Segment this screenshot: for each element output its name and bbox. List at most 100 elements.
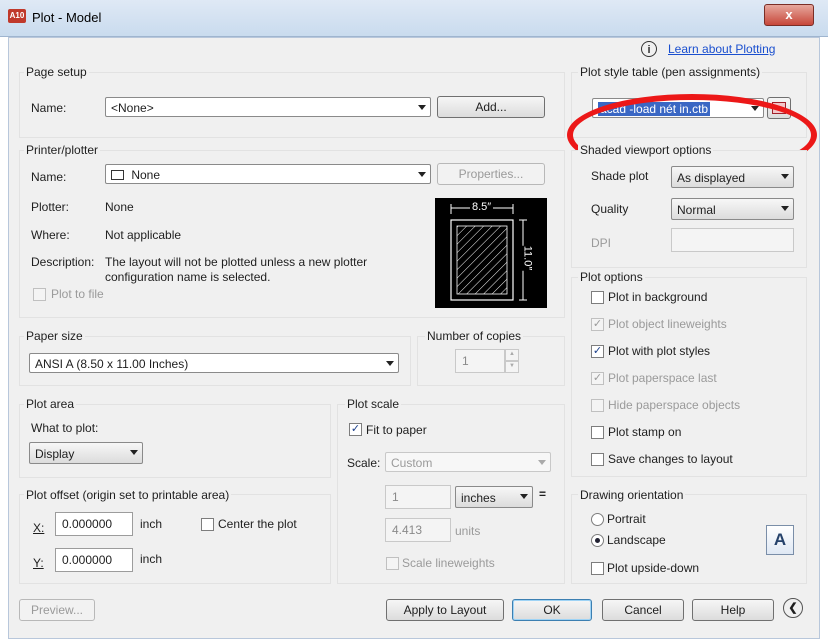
offset-y-label: Y:	[33, 556, 44, 570]
description-line-2: configuration name is selected.	[105, 270, 271, 284]
offset-y-input[interactable]: 0.000000	[55, 548, 133, 572]
plot-option-label: Plot stamp on	[608, 425, 682, 439]
collapse-options-icon[interactable]: ❮	[783, 598, 803, 618]
plot-option-checkbox[interactable]: ✓	[591, 372, 604, 385]
drawing-orientation-label: Drawing orientation	[578, 488, 686, 502]
edit-plot-style-button[interactable]	[767, 97, 791, 119]
plot-style-table-value: acad -load nét in.ctb	[598, 102, 711, 116]
paper-preview: 8.5″ 11.0″	[435, 198, 547, 308]
autocad-app-icon: A10	[8, 9, 26, 23]
orientation-preview-icon: A	[766, 525, 794, 555]
chevron-down-icon	[418, 105, 426, 110]
plotter-value: None	[105, 200, 134, 214]
plot-upside-down-checkbox[interactable]	[591, 562, 604, 575]
plot-area-label: Plot area	[24, 397, 77, 411]
quality-dropdown[interactable]: Normal	[671, 198, 794, 220]
preview-button[interactable]: Preview...	[19, 599, 95, 621]
plot-option-label: Save changes to layout	[608, 452, 733, 466]
scale-numerator-input[interactable]: 1	[385, 485, 451, 509]
learn-about-plotting-link[interactable]: Learn about Plotting	[668, 42, 775, 56]
plot-to-file-checkbox[interactable]	[33, 288, 46, 301]
offset-x-unit: inch	[140, 517, 163, 531]
equals-sign: =	[539, 487, 547, 501]
plot-scale-label: Plot scale	[345, 397, 402, 411]
title-bar: A10 Plot - Model x	[0, 0, 828, 37]
paper-size-dropdown[interactable]: ANSI A (8.50 x 11.00 Inches)	[29, 353, 399, 373]
dialog-body: i Learn about Plotting Page setup Name: …	[8, 37, 820, 639]
plot-area-group	[19, 404, 331, 478]
what-to-plot-dropdown[interactable]: Display	[29, 442, 143, 464]
page-setup-label: Page setup	[24, 65, 89, 79]
quality-value: Normal	[677, 203, 716, 217]
offset-x-input[interactable]: 0.000000	[55, 512, 133, 536]
portrait-label: Portrait	[607, 512, 646, 526]
printer-properties-button[interactable]: Properties...	[437, 163, 545, 185]
landscape-radio[interactable]	[591, 534, 604, 547]
scale-unit-value: inches	[461, 491, 496, 505]
plot-option-checkbox[interactable]	[591, 426, 604, 439]
plot-upside-down-label: Plot upside-down	[607, 561, 700, 575]
shaded-viewport-label: Shaded viewport options	[578, 143, 714, 157]
window-title: Plot - Model	[32, 10, 102, 25]
preview-height-text: 11.0″	[521, 245, 534, 271]
ok-button[interactable]: OK	[512, 599, 592, 621]
plot-option-checkbox[interactable]	[591, 453, 604, 466]
plot-option-checkbox[interactable]	[591, 291, 604, 304]
plot-option-checkbox[interactable]	[591, 399, 604, 412]
plot-to-file-label: Plot to file	[51, 287, 104, 301]
copies-spinner[interactable]: ▲ ▼	[505, 349, 519, 373]
plot-option-label: Plot in background	[608, 290, 708, 304]
center-plot-checkbox[interactable]	[201, 518, 214, 531]
cancel-button[interactable]: Cancel	[602, 599, 684, 621]
what-to-plot-label: What to plot:	[31, 421, 99, 435]
scale-dropdown[interactable]: Custom	[385, 452, 551, 472]
scale-value: Custom	[391, 456, 433, 470]
what-to-plot-value: Display	[35, 447, 75, 461]
printer-name-label: Name:	[31, 170, 67, 184]
paper-size-label: Paper size	[24, 329, 85, 343]
plot-style-table-dropdown[interactable]: acad -load nét in.ctb	[592, 98, 764, 118]
plot-offset-label: Plot offset (origin set to printable are…	[24, 488, 232, 502]
where-label: Where:	[31, 228, 70, 242]
plot-option-label: Plot object lineweights	[608, 317, 727, 331]
printer-plotter-label: Printer/plotter	[24, 143, 101, 157]
scale-lineweights-checkbox[interactable]	[386, 557, 399, 570]
copies-input[interactable]: 1	[455, 349, 505, 373]
spin-up-icon[interactable]: ▲	[505, 349, 519, 361]
info-icon: i	[641, 41, 657, 57]
plot-option-checkbox[interactable]: ✓	[591, 345, 604, 358]
portrait-radio[interactable]	[591, 513, 604, 526]
printer-name-value: None	[131, 168, 161, 182]
page-setup-name-dropdown[interactable]: <None>	[105, 97, 431, 117]
close-button[interactable]: x	[764, 4, 814, 26]
shade-plot-dropdown[interactable]: As displayed	[671, 166, 794, 188]
scale-unit-dropdown[interactable]: inches	[455, 486, 533, 508]
paper-size-value: ANSI A (8.50 x 11.00 Inches)	[35, 357, 189, 371]
plot-option-checkbox[interactable]: ✓	[591, 318, 604, 331]
description-label: Description:	[31, 255, 95, 269]
number-of-copies-label: Number of copies	[425, 329, 524, 343]
printer-name-dropdown[interactable]: None	[105, 164, 431, 184]
dpi-input[interactable]	[671, 228, 794, 252]
scale-lineweights-label: Scale lineweights	[402, 556, 495, 570]
plot-option-label: Plot with plot styles	[608, 344, 711, 358]
dpi-label: DPI	[591, 236, 612, 250]
chevron-down-icon	[751, 106, 759, 111]
plot-options-label: Plot options	[578, 270, 645, 284]
fit-to-paper-checkbox[interactable]: ✓	[349, 423, 362, 436]
spin-down-icon[interactable]: ▼	[505, 361, 519, 373]
apply-to-layout-button[interactable]: Apply to Layout	[386, 599, 504, 621]
center-plot-label: Center the plot	[218, 517, 297, 531]
chevron-down-icon	[418, 172, 426, 177]
chevron-down-icon	[781, 174, 789, 179]
offset-x-label: X:	[33, 521, 45, 535]
offset-y-unit: inch	[140, 552, 163, 566]
scale-units-label: units	[455, 524, 481, 538]
page-setup-name-value: <None>	[111, 101, 154, 115]
description-line-1: The layout will not be plotted unless a …	[105, 255, 368, 269]
plot-option-label: Plot paperspace last	[608, 371, 717, 385]
scale-units-input[interactable]: 4.413	[385, 518, 451, 542]
chevron-down-icon	[781, 206, 789, 211]
add-page-setup-button[interactable]: Add...	[437, 96, 545, 118]
help-button[interactable]: Help	[692, 599, 774, 621]
